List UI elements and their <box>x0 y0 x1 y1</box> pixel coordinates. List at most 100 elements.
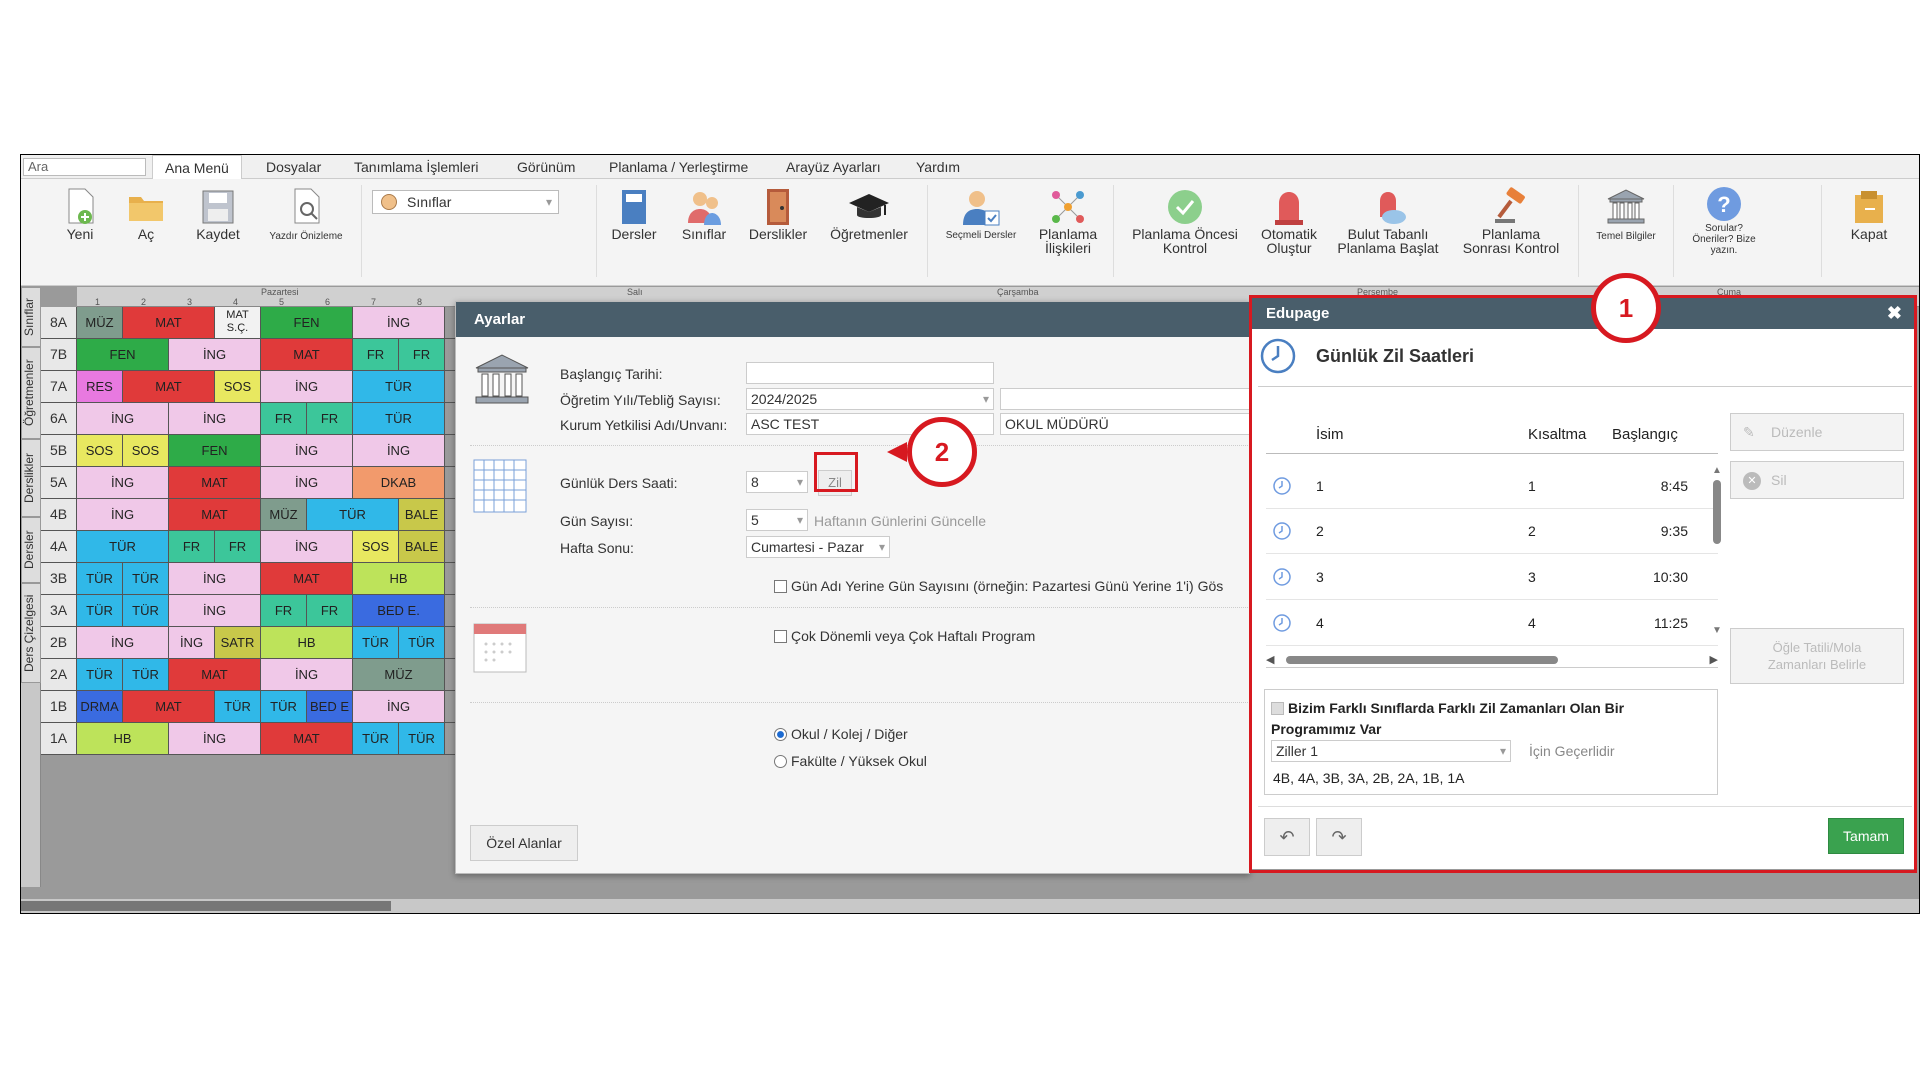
lesson-card[interactable]: FR <box>215 531 261 562</box>
search-input[interactable]: Ara <box>23 158 146 176</box>
class-name[interactable]: 6A <box>41 403 77 434</box>
daily-lessons-select[interactable]: 8 <box>746 471 808 493</box>
lesson-card[interactable]: TÜR <box>123 563 169 594</box>
class-name[interactable]: 3A <box>41 595 77 626</box>
side-tab-subjects[interactable]: Dersler <box>21 517 41 583</box>
class-name[interactable]: 5A <box>41 467 77 498</box>
class-name[interactable]: 4B <box>41 499 77 530</box>
class-name[interactable]: 1B <box>41 691 77 722</box>
class-name[interactable]: 3B <box>41 563 77 594</box>
menu-planlama[interactable]: Planlama / Yerleştirme <box>609 155 748 179</box>
lesson-card[interactable]: İNG <box>261 659 353 690</box>
lesson-card[interactable]: MAT <box>169 467 261 498</box>
lesson-card[interactable]: BED E <box>307 691 353 722</box>
lesson-card[interactable]: İNG <box>353 691 445 722</box>
lesson-card[interactable]: TÜR <box>307 499 399 530</box>
menu-dosyalar[interactable]: Dosyalar <box>266 155 321 179</box>
lesson-card[interactable]: MAT <box>123 691 215 722</box>
main-horizontal-scrollbar[interactable] <box>21 899 1919 913</box>
radio-faculty[interactable]: Fakülte / Yüksek Okul <box>774 753 927 769</box>
lesson-card[interactable]: HB <box>77 723 169 754</box>
lesson-card[interactable]: SOS <box>353 531 399 562</box>
lesson-card[interactable]: İNG <box>169 563 261 594</box>
lesson-card[interactable]: TÜR <box>123 595 169 626</box>
lesson-card[interactable]: TÜR <box>399 723 445 754</box>
radio-button[interactable] <box>774 755 787 768</box>
lesson-card[interactable]: İNG <box>169 627 215 658</box>
lesson-card[interactable]: İNG <box>169 595 261 626</box>
lesson-card[interactable]: MÜZ <box>77 307 123 338</box>
print-preview-button[interactable]: Yazdır Önizleme <box>261 187 351 242</box>
checkbox-box[interactable] <box>774 630 787 643</box>
start-date-input[interactable] <box>746 362 994 384</box>
lesson-card[interactable]: BALE <box>399 531 445 562</box>
electives-button[interactable]: Seçmeli Dersler <box>936 187 1026 241</box>
lesson-card[interactable]: RES <box>77 371 123 402</box>
day-count-select[interactable]: 5 <box>746 509 808 531</box>
class-name[interactable]: 4A <box>41 531 77 562</box>
lesson-card[interactable]: FR <box>307 595 353 626</box>
weekend-select[interactable]: Cumartesi - Pazar <box>746 536 890 558</box>
lesson-card[interactable]: İNG <box>261 371 353 402</box>
lesson-card[interactable]: MAT <box>261 723 353 754</box>
subjects-button[interactable]: Dersler <box>604 187 664 241</box>
lesson-card[interactable]: FR <box>399 339 445 370</box>
lesson-card[interactable]: İNG <box>77 499 169 530</box>
lesson-card[interactable]: FEN <box>77 339 169 370</box>
day-number-checkbox[interactable]: Gün Adı Yerine Gün Sayısını (örneğin: Pa… <box>774 578 1250 594</box>
radio-button-selected[interactable] <box>774 728 787 741</box>
save-button[interactable]: Kaydet <box>186 187 250 241</box>
menu-gorunum[interactable]: Görünüm <box>517 155 575 179</box>
lesson-card[interactable]: İNG <box>261 435 353 466</box>
class-name[interactable]: 5B <box>41 435 77 466</box>
custom-fields-button[interactable]: Özel Alanlar <box>470 825 578 861</box>
lesson-card[interactable]: İNG <box>353 307 445 338</box>
lesson-card[interactable]: FR <box>307 403 353 434</box>
lesson-card[interactable]: İNG <box>261 531 353 562</box>
lesson-card[interactable]: TÜR <box>77 595 123 626</box>
side-tab-teachers[interactable]: Öğretmenler <box>21 347 41 439</box>
menu-tanimlama[interactable]: Tanımlama İşlemleri <box>354 155 478 179</box>
open-button[interactable]: Aç <box>121 187 171 241</box>
lesson-card[interactable]: TÜR <box>353 403 445 434</box>
lesson-card[interactable]: FR <box>169 531 215 562</box>
lesson-card[interactable]: TÜR <box>77 563 123 594</box>
class-name[interactable]: 1A <box>41 723 77 754</box>
class-name[interactable]: 8A <box>41 307 77 338</box>
lesson-card[interactable]: HB <box>353 563 445 594</box>
lesson-card[interactable]: SOS <box>123 435 169 466</box>
class-name[interactable]: 7B <box>41 339 77 370</box>
lesson-card[interactable]: BED E. <box>353 595 445 626</box>
lesson-card[interactable]: İNG <box>169 403 261 434</box>
class-name[interactable]: 2B <box>41 627 77 658</box>
side-tab-timetable[interactable]: Ders Çizelgesi <box>21 583 41 683</box>
checkbox-box[interactable] <box>774 580 787 593</box>
lesson-card[interactable]: İNG <box>77 627 169 658</box>
scroll-thumb[interactable] <box>21 901 391 911</box>
relations-button[interactable]: Planlama İlişkileri <box>1033 187 1103 255</box>
year-extra-input[interactable] <box>1000 388 1250 410</box>
class-name[interactable]: 7A <box>41 371 77 402</box>
multi-term-checkbox[interactable]: Çok Dönemli veya Çok Haftalı Program <box>774 628 1035 644</box>
questions-button[interactable]: ? Sorular? Öneriler? Bize yazın. <box>1677 185 1771 256</box>
classrooms-button[interactable]: Derslikler <box>743 187 813 241</box>
lesson-card[interactable]: TÜR <box>353 627 399 658</box>
radio-school[interactable]: Okul / Kolej / Diğer <box>774 726 908 742</box>
lesson-card[interactable]: TÜR <box>261 691 307 722</box>
lesson-card[interactable]: İNG <box>261 467 353 498</box>
lesson-card[interactable]: TÜR <box>353 371 445 402</box>
lesson-card[interactable]: FEN <box>261 307 353 338</box>
lesson-card[interactable]: MÜZ <box>353 659 445 690</box>
auto-generate-button[interactable]: Otomatik Oluştur <box>1251 187 1327 255</box>
year-select[interactable]: 2024/2025 <box>746 388 994 410</box>
close-button[interactable]: Kapat <box>1839 187 1899 241</box>
lesson-card[interactable]: HB <box>261 627 353 658</box>
lesson-card[interactable]: DRMA <box>77 691 123 722</box>
lesson-card[interactable]: MAT <box>261 563 353 594</box>
menu-ana-menu[interactable]: Ana Menü <box>152 155 242 180</box>
lesson-card[interactable]: SOS <box>215 371 261 402</box>
lesson-card[interactable]: FEN <box>169 435 261 466</box>
lesson-card[interactable]: FR <box>261 403 307 434</box>
lesson-card[interactable]: SOS <box>77 435 123 466</box>
lesson-card[interactable]: SATR <box>215 627 261 658</box>
